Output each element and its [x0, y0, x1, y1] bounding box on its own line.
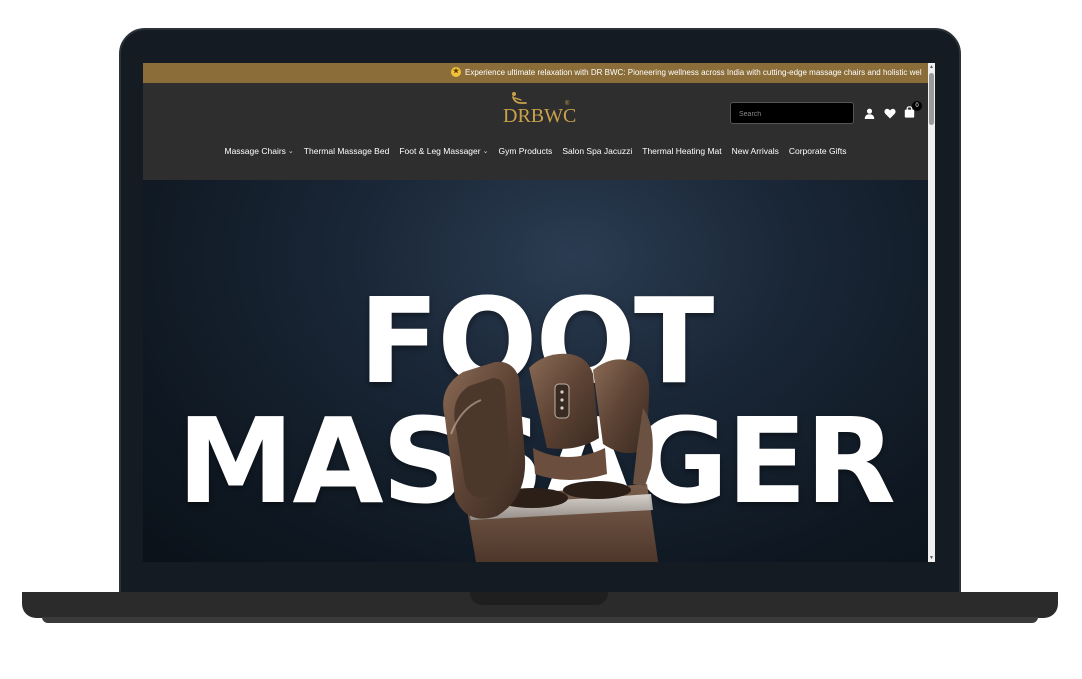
- scroll-up-arrow-icon[interactable]: ▲: [928, 63, 935, 71]
- nav-item-label: Thermal Heating Mat: [642, 146, 722, 156]
- heart-icon: [884, 108, 896, 118]
- laptop-mockup: ★ Experience ultimate relaxation with DR…: [0, 0, 1082, 679]
- main-navigation: Massage Chairs ⌄ Thermal Massage Bed Foo…: [143, 146, 928, 156]
- wishlist-button[interactable]: [883, 106, 897, 120]
- search-input[interactable]: [731, 104, 853, 125]
- nav-item-label: New Arrivals: [731, 146, 779, 156]
- vertical-scrollbar[interactable]: ▲ ▼: [928, 63, 935, 562]
- chevron-down-icon: ⌄: [482, 148, 489, 155]
- user-icon: [864, 108, 874, 119]
- announcement-bar: ★ Experience ultimate relaxation with DR…: [143, 63, 928, 83]
- laptop-screen: ★ Experience ultimate relaxation with DR…: [143, 63, 935, 562]
- cart-count-badge: 0: [912, 101, 922, 111]
- star-coin-icon: ★: [451, 67, 461, 77]
- hero-banner[interactable]: FOOT MASSAGER: [143, 180, 928, 562]
- nav-item-label: Gym Products: [498, 146, 553, 156]
- nav-item-thermal-massage-bed[interactable]: Thermal Massage Bed: [304, 146, 390, 156]
- scrollbar-thumb[interactable]: [929, 73, 934, 125]
- nav-item-foot-leg-massager[interactable]: Foot & Leg Massager ⌄: [399, 146, 488, 156]
- logo-registered-mark: ®: [565, 101, 570, 107]
- laptop-notch: [470, 592, 608, 605]
- site-header: DRBWC ® Search 0 Massage Chairs ⌄ Therma…: [143, 83, 928, 180]
- nav-item-label: Corporate Gifts: [788, 146, 847, 156]
- foot-massager-product-image: [443, 353, 659, 562]
- nav-item-new-arrivals[interactable]: New Arrivals: [732, 146, 779, 156]
- scroll-down-arrow-icon[interactable]: ▼: [928, 554, 935, 562]
- account-button[interactable]: [862, 106, 876, 120]
- nav-item-salon-spa-jacuzzi[interactable]: Salon Spa Jacuzzi: [562, 146, 632, 156]
- nav-item-label: Foot & Leg Massager: [399, 146, 481, 156]
- nav-item-label: Thermal Massage Bed: [303, 146, 390, 156]
- laptop-base-shadow: [42, 617, 1038, 623]
- brand-logo[interactable]: DRBWC ®: [501, 91, 576, 127]
- search-field[interactable]: [730, 102, 854, 125]
- announcement-text: Experience ultimate relaxation with DR B…: [465, 67, 922, 77]
- nav-item-label: Salon Spa Jacuzzi: [562, 146, 633, 156]
- nav-item-gym-products[interactable]: Gym Products: [498, 146, 552, 156]
- nav-item-massage-chairs[interactable]: Massage Chairs ⌄: [225, 146, 294, 156]
- nav-item-corporate-gifts[interactable]: Corporate Gifts: [789, 146, 847, 156]
- nav-item-thermal-heating-mat[interactable]: Thermal Heating Mat: [642, 146, 721, 156]
- chevron-down-icon: ⌄: [287, 148, 294, 155]
- nav-item-label: Massage Chairs: [224, 146, 286, 156]
- logo-text: DRBWC: [503, 105, 577, 127]
